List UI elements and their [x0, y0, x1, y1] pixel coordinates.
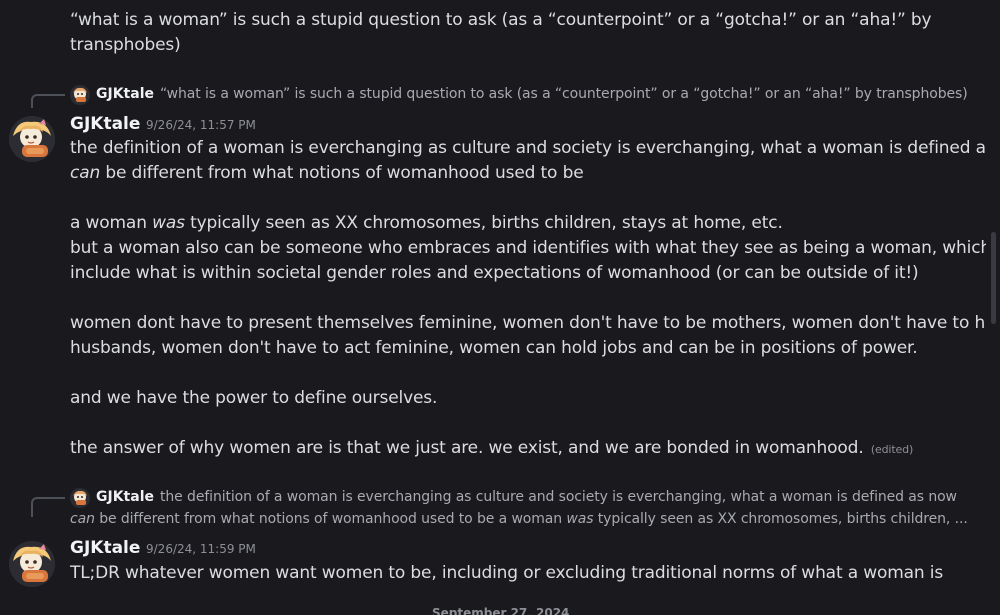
text-span: typically seen as XX chromosomes, births…	[593, 511, 968, 527]
emphasis-text: was	[152, 213, 185, 233]
avatar-icon[interactable]	[70, 85, 90, 105]
edited-label: (edited)	[870, 443, 914, 456]
reply-spine-icon	[31, 497, 65, 517]
emphasis-text: can	[70, 163, 101, 183]
message-text-line: TL;DR whatever women want women to be, i…	[70, 563, 944, 583]
emphasis-text: was	[566, 511, 594, 527]
reply-excerpt[interactable]: the definition of a woman is everchangin…	[160, 488, 957, 506]
message-timestamp[interactable]: 9/26/24, 11:57 PM	[146, 114, 256, 136]
reply-excerpt[interactable]: “what is a woman” is such a stupid quest…	[160, 85, 968, 103]
message-text-line: women dont have to present themselves fe…	[70, 313, 986, 333]
message-author-name[interactable]: GJKtale	[70, 537, 140, 559]
reply-preview[interactable]: GJKtale “what is a woman” is such a stup…	[0, 82, 986, 108]
message-text-line: a woman was typically seen as XX chromos…	[70, 211, 783, 236]
text-span: be different from what notions of womanh…	[100, 163, 584, 183]
chat-message-list[interactable]: “what is a woman” is such a stupid quest…	[0, 0, 986, 615]
scrollbar-thumb[interactable]	[991, 232, 996, 324]
avatar-icon[interactable]	[9, 116, 55, 162]
reply-spine-icon	[31, 94, 65, 108]
message-text-line: transphobes)	[70, 35, 181, 55]
date-divider: September 27, 2024	[432, 606, 570, 615]
message-text-line: but a woman also can be someone who embr…	[70, 238, 986, 258]
scrollbar[interactable]	[986, 0, 1000, 615]
message-text-line: “what is a woman” is such a stupid quest…	[70, 10, 932, 30]
avatar-icon[interactable]	[9, 541, 55, 587]
reply-preview[interactable]: GJKtale the definition of a woman is eve…	[0, 485, 986, 531]
emphasis-text: can	[70, 511, 95, 527]
message-text-line: include what is within societal gender r…	[70, 263, 919, 283]
text-span: be different from what notions of womanh…	[94, 511, 567, 527]
text-span: typically seen as XX chromosomes, births…	[184, 213, 783, 233]
message-author-name[interactable]: GJKtale	[70, 113, 140, 135]
message-text-line: can be different from what notions of wo…	[70, 161, 584, 186]
reply-author-name[interactable]: GJKtale	[96, 488, 154, 506]
message-text-line: the definition of a woman is everchangin…	[70, 138, 986, 158]
message-timestamp[interactable]: 9/26/24, 11:59 PM	[146, 538, 256, 560]
text-span: the answer of why women are is that we j…	[70, 438, 864, 458]
text-span: a woman	[70, 213, 153, 233]
message-text-line: and we have the power to define ourselve…	[70, 388, 438, 408]
message-text-line: husbands, women don't have to act femini…	[70, 338, 918, 358]
message-text-line: the answer of why women are is that we j…	[70, 436, 913, 462]
avatar-icon[interactable]	[70, 488, 90, 508]
reply-author-name[interactable]: GJKtale	[96, 85, 154, 103]
reply-excerpt[interactable]: can be different from what notions of wo…	[70, 510, 968, 528]
